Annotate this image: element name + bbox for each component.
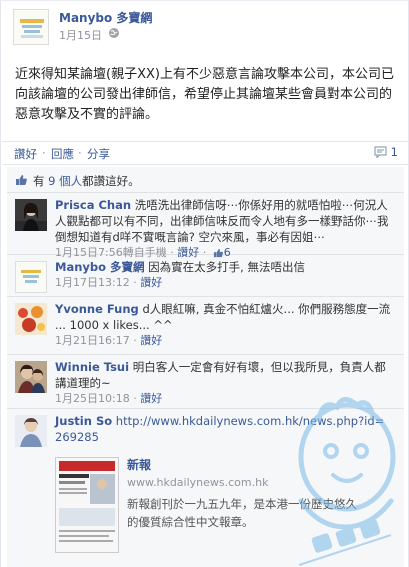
likes-prefix: 有 — [33, 174, 45, 188]
comment-author[interactable]: Manybo 多寶網 — [55, 260, 145, 274]
avatar[interactable] — [15, 199, 47, 231]
comment-body: Yvonne Fung d人眼紅嘛, 真金不怕紅爐火... 你們服務態度一流 .… — [55, 301, 395, 349]
privacy-globe-icon — [108, 27, 120, 39]
facebook-post: Manybo 多寶網 1月15日 近來得知某論壇(親子XX)上有不少惡意言論攻擊… — [0, 0, 409, 567]
post-time[interactable]: 1月15日 — [59, 27, 102, 43]
comments-section: 有 9 個人都讚這好。 Prisca Chan 洗唔洗出律師信呀⋯你係好用的就唔… — [7, 167, 404, 567]
comment-body: Prisca Chan 洗唔洗出律師信呀⋯你係好用的就唔怕啦⋯何況人人觀點都可以… — [55, 197, 395, 263]
comment-author[interactable]: Prisca Chan — [55, 198, 131, 212]
comment: Justin So http://www.hkdailynews.com.hk/… — [7, 409, 404, 567]
comment-body: Justin So http://www.hkdailynews.com.hk/… — [55, 413, 385, 553]
comment-icon — [374, 146, 387, 161]
page-avatar[interactable] — [13, 9, 49, 45]
separator: · — [129, 276, 141, 289]
comment-like-button[interactable]: 讚好 — [140, 334, 162, 347]
separator: · — [78, 146, 82, 160]
likes-suffix: 都讚這好。 — [82, 174, 140, 188]
likes-count-link[interactable]: 9 個人 — [48, 174, 82, 188]
comment-count-value: 1 — [390, 145, 398, 159]
reply-button[interactable]: 回應 — [51, 146, 74, 162]
comment-author[interactable]: Winnie Tsui — [55, 360, 129, 374]
link-preview-image[interactable] — [55, 457, 119, 553]
comment-time[interactable]: 1月25日10:18 — [55, 392, 130, 405]
avatar[interactable] — [15, 261, 47, 293]
separator: · — [42, 146, 46, 160]
comment-time[interactable]: 1月17日13:12 — [55, 276, 130, 289]
link-preview-title[interactable]: 新報 — [127, 457, 151, 473]
separator: · — [129, 392, 141, 405]
comment-author[interactable]: Yvonne Fung — [55, 302, 139, 316]
comment-time[interactable]: 1月21日16:17 — [55, 334, 130, 347]
link-preview-domain: www.hkdailynews.com.hk — [127, 476, 269, 489]
avatar[interactable] — [15, 361, 47, 393]
post-header: Manybo 多寶網 1月15日 — [13, 7, 398, 51]
like-button[interactable]: 讚好 — [14, 146, 37, 162]
comment-body: Manybo 多寶網 因為實在太多打手, 無法唔出信 1月17日13:12 · … — [55, 259, 395, 291]
likes-summary: 有 9 個人都讚這好。 — [7, 167, 404, 193]
comment-count[interactable]: 1 — [374, 145, 398, 161]
share-button[interactable]: 分享 — [87, 146, 110, 162]
thumbs-up-icon — [15, 174, 28, 189]
separator: · — [129, 334, 141, 347]
comment-meta: 1月21日16:17 · 讚好 — [55, 333, 395, 349]
avatar[interactable] — [15, 415, 47, 447]
post-author[interactable]: Manybo 多寶網 — [59, 9, 152, 26]
post-text: 近來得知某論壇(親子XX)上有不少惡意言論攻擊本公司，本公司已向該論壇的公司發出… — [15, 67, 394, 122]
comment-meta: 1月17日13:12 · 讚好 — [55, 275, 395, 291]
comment: Winnie Tsui 明白客人一定會有好有壞，但以我所見，負責人都講道理的~ … — [7, 355, 404, 409]
post-actions: 讚好 · 回應 · 分享 1 — [2, 141, 408, 165]
likes-text: 有 9 個人都讚這好。 — [33, 173, 140, 189]
comment-like-button[interactable]: 讚好 — [140, 392, 162, 405]
comment: Yvonne Fung d人眼紅嘛, 真金不怕紅爐火... 你們服務態度一流 .… — [7, 297, 404, 355]
comment-like-button[interactable]: 讚好 — [140, 276, 162, 289]
comment: Prisca Chan 洗唔洗出律師信呀⋯你係好用的就唔怕啦⋯何況人人觀點都可以… — [7, 193, 404, 259]
comment-text: 因為實在太多打手, 無法唔出信 — [144, 260, 305, 274]
comment-body: Winnie Tsui 明白客人一定會有好有壞，但以我所見，負責人都講道理的~ … — [55, 359, 395, 407]
link-preview-description: 新報創刊於一九五九年，是本港一份歷史悠久的優質綜合性中文報章。 — [127, 497, 357, 529]
comment: Manybo 多寶網 因為實在太多打手, 無法唔出信 1月17日13:12 · … — [7, 255, 404, 297]
comment-meta: 1月25日10:18 · 讚好 — [55, 391, 395, 407]
comment-author[interactable]: Justin So — [55, 414, 112, 428]
avatar[interactable] — [15, 303, 47, 335]
